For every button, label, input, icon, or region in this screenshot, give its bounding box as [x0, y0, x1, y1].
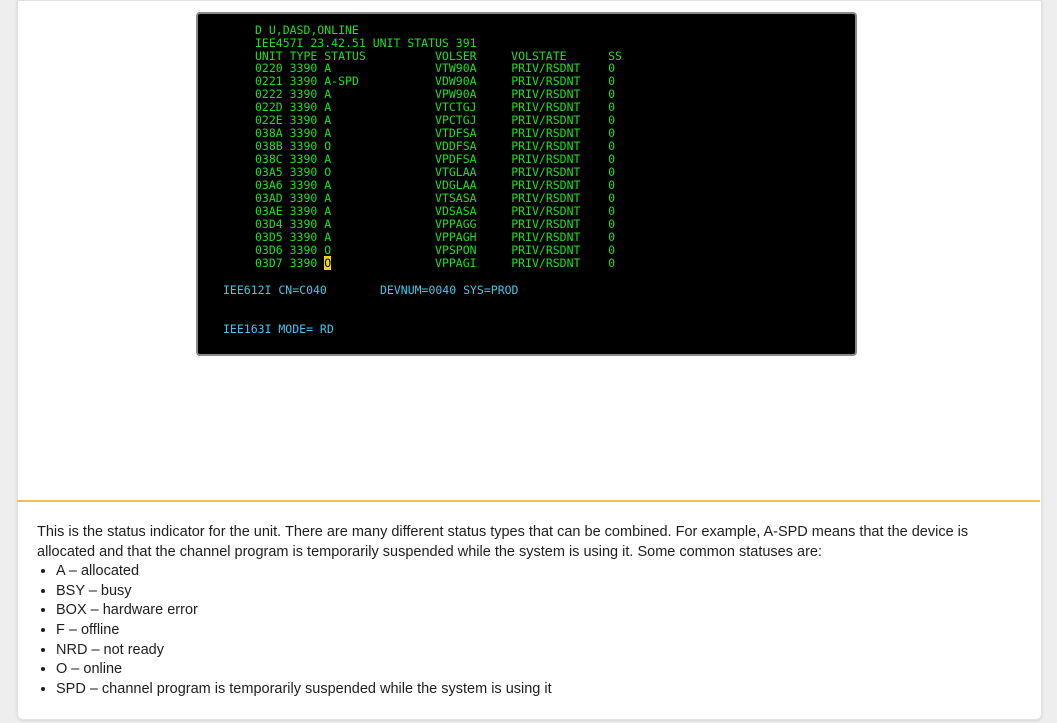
- mode-message: IEE163I MODE= RD: [223, 322, 334, 336]
- section-divider: [17, 500, 1040, 502]
- status-list-item: A – allocated: [56, 562, 1002, 582]
- devnum-message: DEVNUM=0040 SYS=PROD: [380, 283, 519, 297]
- status-list-item: BOX – hardware error: [56, 601, 1002, 621]
- unit-row: 03D7 3390 O VPPAGI PRIV/RSDNT 0: [255, 256, 616, 270]
- status-list-item: BSY – busy: [56, 582, 1002, 602]
- explanation-panel: This is the status indicator for the uni…: [37, 523, 1002, 699]
- unit-list: 0220 3390 A VTW90A PRIV/RSDNT 0 0221 3390…: [255, 62, 615, 270]
- explanation-intro: This is the status indicator for the uni…: [37, 524, 969, 560]
- console-message: IEE612I CN=C040: [223, 283, 327, 297]
- status-list-item: O – online: [56, 660, 1002, 680]
- unit-status: A-SPD: [324, 74, 359, 88]
- status-list-item: F – offline: [56, 621, 1002, 641]
- status-list-item: SPD – channel program is temporarily sus…: [56, 680, 1002, 700]
- status-list: A – allocatedBSY – busyBOX – hardware er…: [37, 562, 1002, 699]
- terminal-screen: D U,DASD,ONLINE IEE457I 23.42.51 UNIT ST…: [196, 12, 857, 356]
- status-list-item: NRD – not ready: [56, 641, 1002, 661]
